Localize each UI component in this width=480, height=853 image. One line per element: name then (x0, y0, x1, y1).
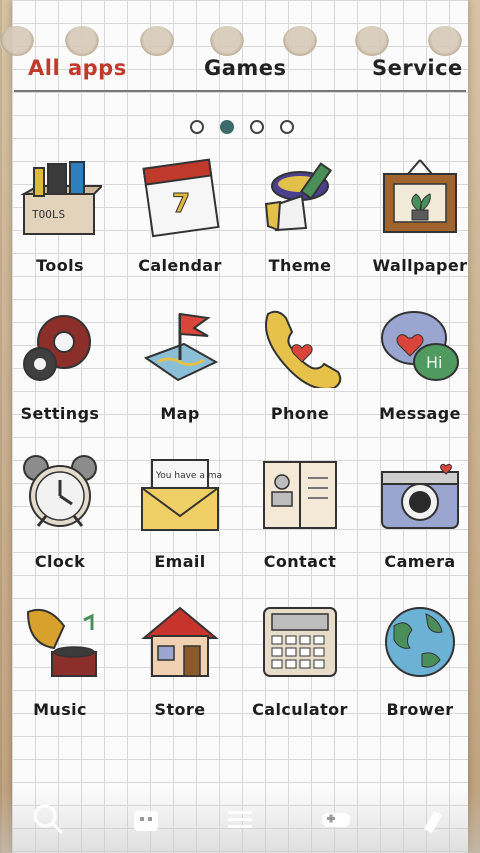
toolbox-icon: TOOLS (20, 161, 102, 235)
page-dot[interactable] (250, 120, 264, 134)
app-label: Store (154, 700, 206, 719)
app-label: Settings (20, 404, 100, 423)
gear-icon (23, 315, 91, 381)
app-calculator[interactable]: Calculator (240, 592, 360, 742)
calendar-icon: 7 (142, 158, 220, 238)
app-camera[interactable]: Camera (360, 444, 480, 594)
chat-bubbles-icon: Hi (381, 311, 459, 381)
app-label: Email (154, 552, 206, 571)
page-dot-current[interactable] (220, 120, 234, 134)
gramophone-icon (26, 608, 97, 677)
app-label: Calendar (138, 256, 222, 275)
app-label: Clock (34, 552, 86, 571)
svg-text:TOOLS: TOOLS (32, 208, 65, 221)
app-settings[interactable]: Settings (0, 296, 120, 446)
phone-handset-icon (265, 310, 342, 388)
app-music[interactable]: Music (0, 592, 120, 742)
app-label: Tools (36, 256, 84, 275)
map-flag-icon (143, 312, 219, 382)
app-label: Theme (268, 256, 332, 275)
svg-text:7: 7 (172, 189, 190, 219)
address-book-icon (263, 461, 337, 529)
app-label: Music (33, 700, 87, 719)
tab-service[interactable]: Service (372, 48, 463, 88)
app-label: Wallpaper (372, 256, 468, 275)
house-store-icon (141, 606, 219, 677)
svg-text:Hi: Hi (426, 353, 442, 372)
app-label: Calculator (252, 700, 348, 719)
app-label: Phone (270, 404, 330, 423)
globe-icon (385, 607, 455, 677)
app-wallpaper[interactable]: Wallpaper (360, 148, 480, 298)
alarm-clock-icon (23, 455, 97, 527)
cleaner-icon[interactable] (414, 801, 450, 837)
app-clock[interactable]: Clock (0, 444, 120, 594)
app-label: Map (160, 404, 200, 423)
app-message[interactable]: Hi Message (360, 296, 480, 446)
paint-brush-icon (264, 162, 333, 232)
app-label: Brower (386, 700, 454, 719)
category-tabs: All apps Games Service (0, 48, 480, 88)
app-phone[interactable]: Phone (240, 296, 360, 446)
app-store[interactable]: Store (120, 592, 240, 742)
picture-frame-icon (383, 159, 457, 233)
tab-games[interactable]: Games (204, 48, 287, 88)
menu-icon[interactable] (222, 801, 258, 837)
app-label: Camera (384, 552, 456, 571)
camera-icon (381, 463, 459, 529)
search-icon[interactable] (30, 801, 66, 837)
page-indicator (0, 120, 480, 136)
app-label: Contact (263, 552, 337, 571)
android-icon[interactable] (128, 801, 164, 837)
app-contact[interactable]: Contact (240, 444, 360, 594)
gamepad-icon[interactable] (318, 801, 354, 837)
app-map[interactable]: Map (120, 296, 240, 446)
app-brower[interactable]: Brower (360, 592, 480, 742)
app-label: Message (379, 404, 461, 423)
tab-all-apps[interactable]: All apps (28, 48, 127, 88)
tab-divider (14, 90, 466, 92)
bottom-dock (0, 789, 480, 853)
calculator-icon (263, 607, 337, 677)
page-dot[interactable] (190, 120, 204, 134)
envelope-letter-icon: You have a mail! (141, 459, 222, 531)
svg-text:You have a mail!: You have a mail! (155, 471, 222, 481)
app-calendar[interactable]: 7 Calendar (120, 148, 240, 298)
app-theme[interactable]: Theme (240, 148, 360, 298)
app-tools[interactable]: TOOLS Tools (0, 148, 120, 298)
page-dot[interactable] (280, 120, 294, 134)
app-email[interactable]: You have a mail! Email (120, 444, 240, 594)
